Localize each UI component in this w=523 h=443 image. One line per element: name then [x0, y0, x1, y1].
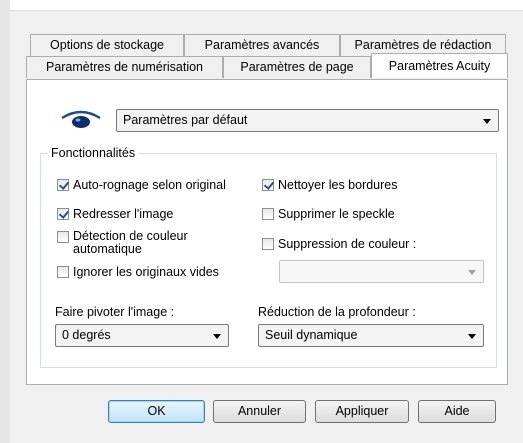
rotate-label: Faire pivoter l'image : — [55, 305, 175, 319]
apply-button[interactable]: Appliquer — [315, 400, 409, 423]
checkbox-empty-icon — [57, 231, 69, 243]
depth-label: Réduction de la profondeur : — [258, 305, 416, 319]
tab-acuity-settings[interactable]: Paramètres Acuity — [371, 53, 508, 78]
straighten-label: Redresser l'image — [73, 207, 174, 221]
color-drop-label: Suppression de couleur : — [278, 237, 417, 251]
chevron-down-icon — [213, 334, 221, 339]
clean-borders-label: Nettoyer les bordures — [278, 178, 398, 192]
preset-dropdown[interactable]: Paramètres par défaut — [116, 109, 499, 132]
window-top-frame — [0, 0, 523, 11]
color-detect-label: Détection de couleur automatique — [73, 230, 188, 256]
straighten-checkbox[interactable]: Redresser l'image — [57, 207, 173, 222]
tab-storage-options[interactable]: Options de stockage — [30, 34, 184, 56]
checkbox-empty-icon — [57, 266, 69, 278]
depth-dropdown[interactable]: Seuil dynamique — [258, 324, 484, 347]
color-detect-checkbox[interactable]: Détection de couleur automatique — [57, 230, 188, 256]
remove-speckle-checkbox[interactable]: Supprimer le speckle — [262, 207, 395, 222]
tab-advanced-settings[interactable]: Paramètres avancés — [184, 34, 340, 56]
rotate-dropdown[interactable]: 0 degrés — [55, 324, 229, 347]
help-button[interactable]: Aide — [418, 400, 496, 423]
ignore-blank-checkbox[interactable]: Ignorer les originaux vides — [57, 265, 219, 280]
tab-scan-settings[interactable]: Paramètres de numérisation — [26, 56, 223, 78]
eye-icon — [61, 110, 101, 128]
checkbox-checked-icon — [57, 179, 69, 191]
auto-crop-checkbox[interactable]: Auto-rognage selon original — [57, 178, 226, 193]
checkbox-empty-icon — [262, 238, 274, 250]
chevron-down-icon — [483, 119, 491, 124]
checkbox-empty-icon — [262, 208, 274, 220]
rotate-value: 0 degrés — [62, 328, 111, 342]
color-detect-label-line2: automatique — [73, 242, 142, 256]
color-drop-checkbox[interactable]: Suppression de couleur : — [262, 237, 416, 252]
window-left-frame — [0, 0, 10, 443]
tab-row-2: Paramètres de numérisation Paramètres de… — [26, 53, 508, 78]
features-group-label: Fonctionnalités — [48, 146, 139, 160]
clean-borders-checkbox[interactable]: Nettoyer les bordures — [262, 178, 398, 193]
tab-page-settings[interactable]: Paramètres de page — [223, 56, 371, 78]
remove-speckle-label: Supprimer le speckle — [278, 207, 395, 221]
cancel-button[interactable]: Annuler — [213, 400, 306, 423]
ignore-blank-label: Ignorer les originaux vides — [73, 265, 219, 279]
checkbox-checked-icon — [262, 179, 274, 191]
depth-value: Seuil dynamique — [265, 328, 358, 342]
checkbox-checked-icon — [57, 208, 69, 220]
chevron-down-icon — [468, 270, 476, 275]
chevron-down-icon — [468, 334, 476, 339]
ok-button[interactable]: OK — [108, 400, 205, 423]
preset-value: Paramètres par défaut — [123, 113, 248, 127]
auto-crop-label: Auto-rognage selon original — [73, 178, 226, 192]
color-drop-dropdown[interactable] — [279, 260, 484, 283]
